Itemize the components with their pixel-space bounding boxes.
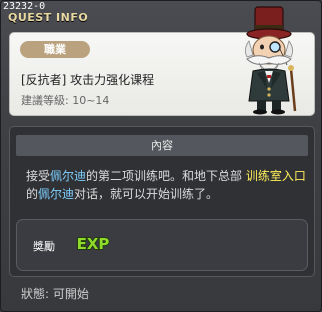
reward-label: 獎勵 bbox=[33, 240, 55, 253]
desc-text: 对话，就可以开始训练了。 bbox=[74, 187, 219, 201]
desc-text: 接受 bbox=[26, 169, 51, 183]
npc-name-link: 佩尔迪 bbox=[38, 187, 75, 201]
exp-icon: EXP bbox=[76, 234, 110, 254]
desc-text: 的 bbox=[26, 187, 39, 201]
npc-name-link: 佩尔迪 bbox=[50, 169, 87, 183]
quest-content-panel: 內容 接受佩尔迪的第二项训练吧。和地下总部 训练室入口的佩尔迪对话，就可以开始训… bbox=[9, 126, 315, 277]
exp-icon-text: EXP bbox=[77, 235, 110, 253]
quest-name: [反抗者] 攻击力强化课程 bbox=[21, 73, 155, 87]
window-title: QUEST INFO bbox=[8, 11, 89, 24]
reward-box: 獎勵 EXP bbox=[16, 219, 308, 271]
place-name-link: 训练室入口 bbox=[245, 169, 306, 183]
content-header: 內容 bbox=[16, 135, 308, 156]
quest-status: 狀態: 可開始 bbox=[21, 287, 89, 301]
npc-portrait-icon bbox=[245, 6, 297, 115]
quest-info-window: 23232-0 QUEST INFO 職業 [反抗者] 攻击力强化课程 建議等級… bbox=[0, 0, 322, 312]
quest-description: 接受佩尔迪的第二项训练吧。和地下总部 训练室入口的佩尔迪对话，就可以开始训练了。 bbox=[26, 167, 308, 203]
job-badge: 職業 bbox=[20, 41, 90, 58]
desc-text: 的第二项训练吧。和地下总部 bbox=[86, 169, 246, 183]
recommended-level: 建議等級: 10~14 bbox=[21, 94, 110, 107]
